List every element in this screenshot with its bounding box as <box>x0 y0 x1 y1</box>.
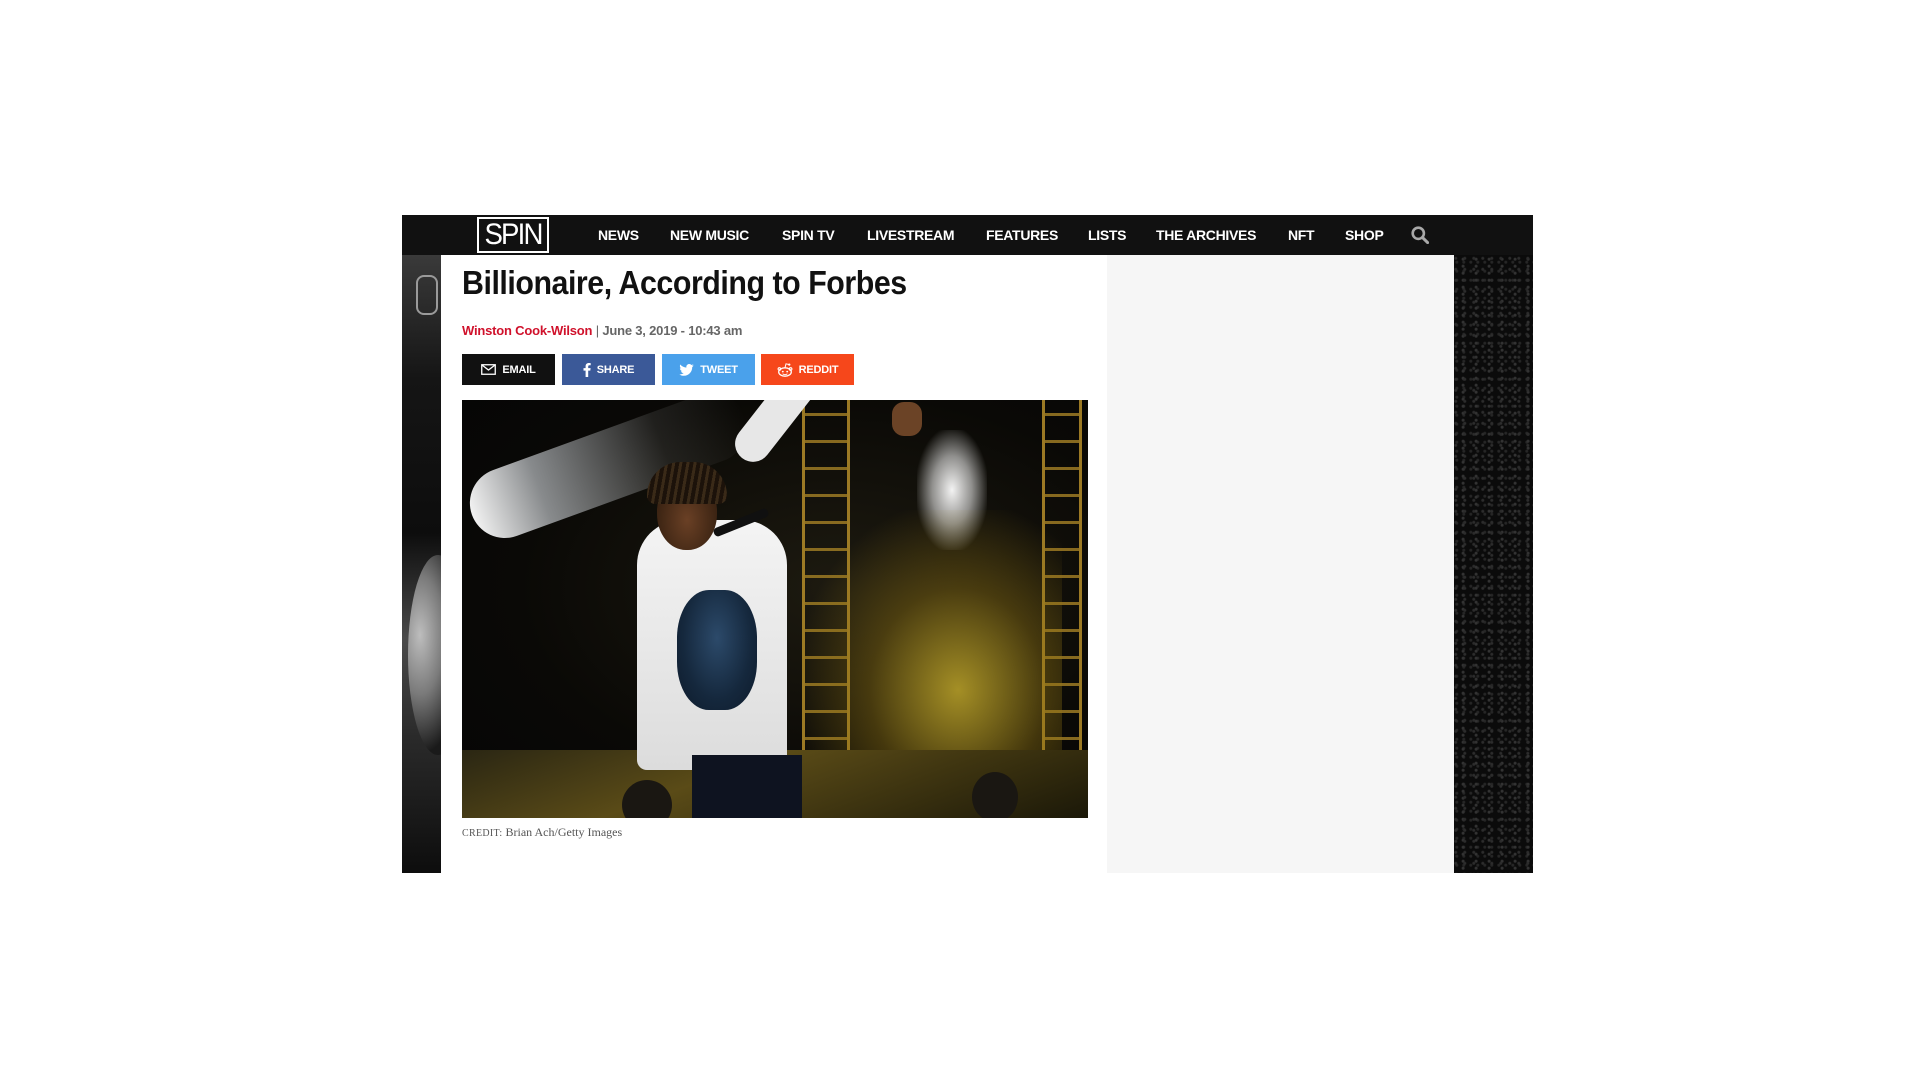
photo-credit: CREDIT: Brian Ach/Getty Images <box>462 825 622 840</box>
twitter-share-label: TWEET <box>700 363 738 376</box>
reddit-icon <box>777 362 793 377</box>
spin-logo[interactable]: SPIN <box>477 217 549 253</box>
nav-item-nft[interactable]: NFT <box>1288 215 1315 255</box>
nav-item-spin-tv[interactable]: SPIN TV <box>782 215 835 255</box>
browser-page: Billionaire, According to Forbes Winston… <box>402 215 1533 873</box>
hero-image[interactable] <box>462 400 1088 818</box>
email-share-label: EMAIL <box>502 363 536 376</box>
reddit-share-label: REDDIT <box>798 363 839 376</box>
mail-icon <box>481 364 497 375</box>
twitter-icon <box>679 363 694 376</box>
reddit-share-button[interactable]: REDDIT <box>761 354 854 385</box>
twitter-share-button[interactable]: TWEET <box>662 354 755 385</box>
nav-item-lists[interactable]: LISTS <box>1088 215 1126 255</box>
shirt-print <box>677 590 757 710</box>
search-icon[interactable] <box>1411 226 1429 244</box>
nav-item-features[interactable]: FEATURES <box>986 215 1058 255</box>
sidebar-ad-placeholder <box>1107 255 1454 873</box>
facebook-icon <box>583 362 591 377</box>
performer-pants <box>692 755 802 818</box>
takeover-ad-right[interactable] <box>1454 255 1533 873</box>
article-headline: Billionaire, According to Forbes <box>462 264 907 301</box>
credit-text: Brian Ach/Getty Images <box>505 825 623 839</box>
nav-item-new-music[interactable]: NEW MUSIC <box>670 215 749 255</box>
byline: Winston Cook-Wilson | June 3, 2019 - 10:… <box>462 323 742 338</box>
facebook-share-button[interactable]: SHARE <box>562 354 655 385</box>
article: Billionaire, According to Forbes Winston… <box>462 255 1088 873</box>
performer-hair <box>647 462 727 504</box>
takeover-ad-left[interactable] <box>402 255 441 873</box>
performer-fist <box>892 402 922 436</box>
facebook-share-label: SHARE <box>596 363 635 376</box>
nav-item-livestream[interactable]: LIVESTREAM <box>867 215 955 255</box>
author-link[interactable]: Winston Cook-Wilson <box>462 323 592 338</box>
credit-label: CREDIT: <box>462 828 503 839</box>
nav-item-news[interactable]: NEWS <box>598 215 639 255</box>
chain-graphic <box>416 275 438 315</box>
nav-item-shop[interactable]: SHOP <box>1345 215 1384 255</box>
takeover-figure <box>408 555 441 755</box>
top-nav: SPIN NEWS NEW MUSIC SPIN TV LIVESTREAM F… <box>402 215 1533 255</box>
byline-separator: | <box>595 323 599 338</box>
nav-item-the-archives[interactable]: THE ARCHIVES <box>1156 215 1256 255</box>
share-bar: EMAIL SHARE TWEET REDDIT <box>462 354 1088 385</box>
crowd-silhouette <box>972 772 1018 818</box>
publish-date: June 3, 2019 - 10:43 am <box>602 323 743 338</box>
email-share-button[interactable]: EMAIL <box>462 354 555 385</box>
